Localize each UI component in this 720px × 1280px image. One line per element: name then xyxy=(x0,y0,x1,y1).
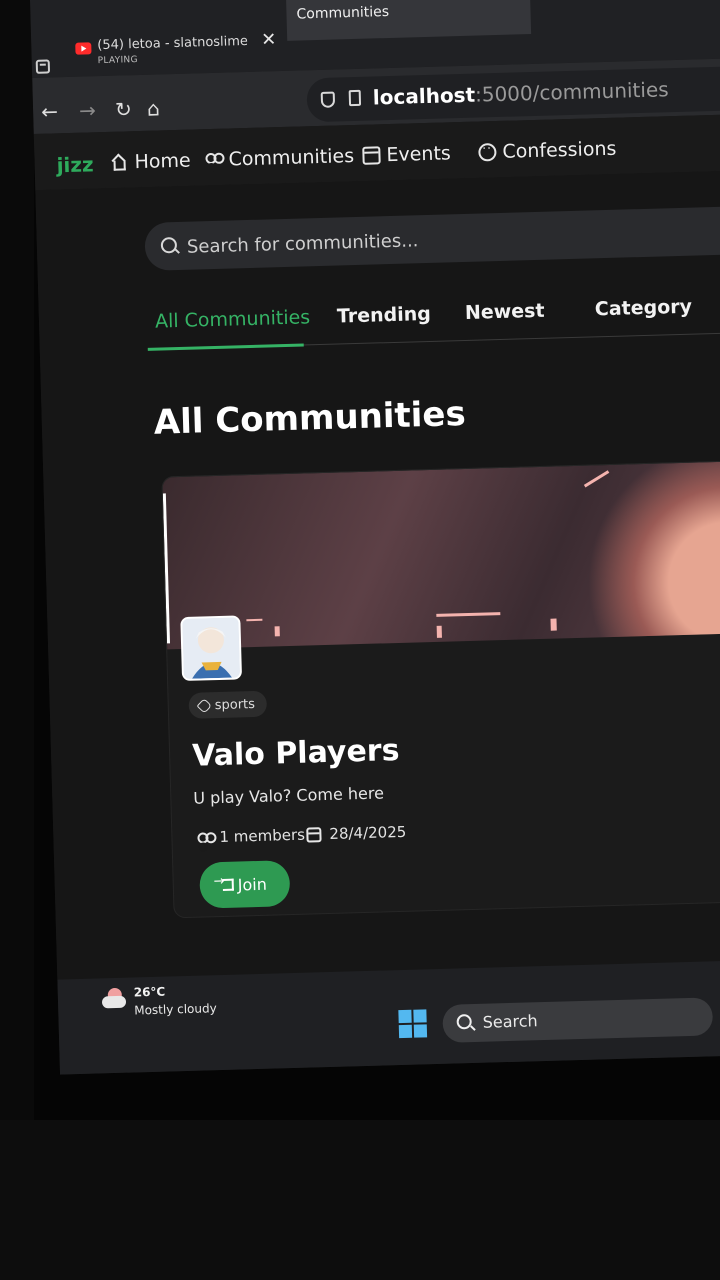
active-tab-indicator xyxy=(147,343,304,351)
banner-highlight xyxy=(274,626,280,637)
nav-confessions[interactable]: Confessions xyxy=(478,138,617,164)
url-path: :5000/communities xyxy=(474,77,669,107)
main-content: All Communities Trending Newest Category… xyxy=(35,169,720,1075)
page-info-icon[interactable] xyxy=(348,89,362,107)
banner-highlight xyxy=(246,618,263,622)
forward-arrow-icon[interactable]: → xyxy=(79,98,96,122)
youtube-icon xyxy=(75,42,92,55)
banner-highlight xyxy=(550,618,557,631)
weather-temperature[interactable]: 26°C xyxy=(134,985,166,1000)
home-icon[interactable]: ⌂ xyxy=(147,96,160,120)
member-count: 1 members xyxy=(196,826,305,847)
chat-bubble-icon xyxy=(478,143,497,162)
address-bar[interactable]: localhost:5000/communities xyxy=(306,65,720,123)
login-icon xyxy=(222,878,234,891)
banner-highlight xyxy=(436,612,501,617)
back-arrow-icon[interactable]: ← xyxy=(41,99,58,123)
calendar-icon xyxy=(306,826,322,843)
tab-trending[interactable]: Trending xyxy=(337,303,431,328)
banner-highlight xyxy=(436,625,442,638)
close-icon[interactable]: ✕ xyxy=(261,29,277,50)
weather-description[interactable]: Mostly cloudy xyxy=(134,1001,217,1017)
users-icon xyxy=(196,830,211,845)
logo-pane xyxy=(398,1009,412,1024)
logo-pane xyxy=(413,1024,428,1038)
tab-all-communities[interactable]: All Communities xyxy=(155,306,311,332)
nav-label: Communities xyxy=(228,145,355,171)
member-count-label: 1 members xyxy=(219,825,306,847)
created-date: 28/4/2025 xyxy=(306,822,407,844)
tag-label: sports xyxy=(214,696,256,713)
url-text[interactable]: localhost:5000/communities xyxy=(373,77,669,109)
logo-pane xyxy=(413,1009,427,1023)
home-icon xyxy=(110,153,128,171)
avatar-image xyxy=(182,617,240,679)
reload-icon[interactable]: ↻ xyxy=(115,97,132,121)
sidebar-toggle-icon[interactable] xyxy=(35,59,51,74)
search-icon xyxy=(160,236,178,254)
join-label: Join xyxy=(237,874,268,895)
community-avatar xyxy=(180,615,243,682)
shield-icon[interactable] xyxy=(320,91,336,108)
tab-title: Communities xyxy=(296,3,390,23)
community-search[interactable] xyxy=(144,205,720,272)
os-taskbar: 26°C Mostly cloudy Search xyxy=(57,959,720,1075)
nav-communities[interactable]: Communities xyxy=(204,145,354,171)
community-banner xyxy=(162,459,720,650)
nav-events[interactable]: Events xyxy=(362,142,451,166)
logo-pane xyxy=(398,1024,413,1039)
nav-home[interactable]: Home xyxy=(110,150,191,174)
community-name[interactable]: Valo Players xyxy=(192,733,400,774)
section-title: All Communities xyxy=(153,394,467,443)
community-card[interactable]: sports Valo Players U play Valo? Come he… xyxy=(161,458,720,919)
calendar-icon xyxy=(362,146,381,165)
monitor-screen: (54) letoa - slatnoslime (Ly PLAYING ✕ C… xyxy=(30,0,720,1075)
banner-highlight xyxy=(583,470,610,488)
browser-tab-youtube[interactable]: (54) letoa - slatnoslime (Ly PLAYING ✕ xyxy=(75,29,277,77)
search-icon xyxy=(456,1014,472,1030)
nav-label: Events xyxy=(386,142,452,167)
users-icon xyxy=(204,151,222,169)
desk-surface xyxy=(0,1120,720,1280)
url-host: localhost xyxy=(372,82,476,110)
filter-tabs: All Communities Trending Newest Category xyxy=(146,280,720,351)
nav-label: Confessions xyxy=(502,137,617,163)
tab-title: (54) letoa - slatnoslime (Ly xyxy=(97,33,248,54)
tab-playing-label: PLAYING xyxy=(97,55,138,67)
nav-label: Home xyxy=(134,149,191,174)
monitor-bezel xyxy=(0,0,34,1120)
category-tag[interactable]: sports xyxy=(188,690,268,719)
community-description: U play Valo? Come here xyxy=(193,783,385,808)
tab-category[interactable]: Category xyxy=(595,296,693,321)
browser-tab-communities[interactable]: Communities xyxy=(285,0,532,41)
tag-icon xyxy=(196,697,213,714)
tab-newest[interactable]: Newest xyxy=(465,300,545,324)
created-date-label: 28/4/2025 xyxy=(329,822,407,843)
windows-start-icon[interactable] xyxy=(398,1009,428,1039)
brand-logo[interactable]: jizz xyxy=(56,152,94,177)
search-input[interactable] xyxy=(184,206,720,272)
taskbar-search[interactable]: Search xyxy=(442,997,714,1043)
banner-highlight xyxy=(162,493,171,644)
weather-icon[interactable] xyxy=(102,988,129,1009)
join-button[interactable]: Join xyxy=(199,860,291,909)
taskbar-search-label: Search xyxy=(482,1011,538,1032)
